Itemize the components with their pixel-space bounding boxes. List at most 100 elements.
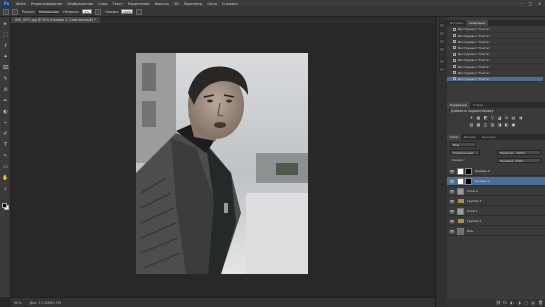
menu-3d[interactable]: 3D xyxy=(174,2,179,6)
layer-name[interactable]: Слой 4 xyxy=(467,189,478,193)
history-item[interactable]: Инструмент "Кисть" xyxy=(447,33,543,39)
link-layers-icon[interactable]: ⛓ xyxy=(496,301,501,305)
zoom-tool-icon[interactable]: ⌕ xyxy=(2,186,9,193)
history-item[interactable]: Инструмент "Кисть" xyxy=(447,58,543,64)
layer-style-icon[interactable]: fx xyxy=(503,301,507,305)
levels-icon[interactable]: ▦ xyxy=(476,115,481,120)
lookup-icon[interactable]: ▥ xyxy=(490,122,495,127)
menu-file[interactable]: Файл xyxy=(16,2,26,6)
brightness-icon[interactable]: ☀ xyxy=(469,115,474,120)
visibility-eye-icon[interactable]: 👁 xyxy=(449,219,455,224)
blend-mode-select[interactable]: Нормальный xyxy=(450,150,480,155)
new-group-icon[interactable]: ▢ xyxy=(524,301,528,305)
marquee-tool-icon[interactable]: ⬚ xyxy=(2,32,9,39)
menu-window[interactable]: Окно xyxy=(207,2,217,6)
crop-tool-icon[interactable]: ⌧ xyxy=(2,65,9,72)
visibility-eye-icon[interactable]: 👁 xyxy=(449,199,455,204)
layer-kind-filter[interactable]: Вид xyxy=(450,142,476,147)
maximize-button[interactable]: □ xyxy=(528,1,533,6)
path-select-tool-icon[interactable]: ↖ xyxy=(2,153,9,160)
document-info[interactable]: Док: 17,2M/63,7M xyxy=(30,301,61,305)
history-item[interactable]: Инструмент "Кисть" xyxy=(447,39,543,46)
layer-row[interactable]: 👁 Кривые 1 xyxy=(447,177,545,186)
history-item[interactable]: Инструмент "Кисть" xyxy=(447,27,543,33)
layer-row[interactable]: 👁 Группа 2 xyxy=(447,217,545,226)
brush-panel-icon-side[interactable] xyxy=(439,47,445,52)
visibility-eye-icon[interactable]: 👁 xyxy=(449,179,455,184)
layer-row[interactable]: 👁 Кривые 2 xyxy=(447,167,545,176)
healing-tool-icon[interactable]: ⊘ xyxy=(2,87,9,94)
menu-edit[interactable]: Редактирование xyxy=(31,2,62,6)
visibility-eye-icon[interactable]: 👁 xyxy=(449,209,455,214)
history-item[interactable]: Инструмент "Кисть" xyxy=(447,46,543,52)
layer-name[interactable]: Фон xyxy=(467,229,473,233)
eraser-tool-icon[interactable]: ✐ xyxy=(2,131,9,138)
layer-name[interactable]: Слой 1 xyxy=(467,209,478,213)
new-adjustment-icon[interactable]: ◑ xyxy=(517,301,521,305)
mode-select[interactable]: Нормальный xyxy=(37,9,59,14)
layer-row[interactable]: 👁 Группа 3 xyxy=(447,197,545,206)
layer-mask-thumbnail[interactable] xyxy=(465,167,472,175)
photo-filter-icon[interactable]: ▩ xyxy=(476,122,481,127)
history-item[interactable]: Инструмент "Кисть" xyxy=(447,64,543,70)
zoom-level[interactable]: 50% xyxy=(14,301,22,305)
paragraph-panel-icon[interactable] xyxy=(439,67,445,72)
menu-filter[interactable]: Фильтр xyxy=(155,2,169,6)
menu-select[interactable]: Выделение xyxy=(128,2,149,6)
layer-name[interactable]: Кривые 2 xyxy=(475,169,490,173)
visibility-eye-icon[interactable]: 👁 xyxy=(449,169,455,174)
layer-name[interactable]: Кривые 1 xyxy=(475,179,490,183)
brush-panel-icon[interactable] xyxy=(12,8,18,15)
character-panel-icon[interactable] xyxy=(439,59,445,64)
bw-icon[interactable]: ▧ xyxy=(469,122,474,127)
brush-tool-icon[interactable]: ✏ xyxy=(2,98,9,105)
trash-icon[interactable]: 🗑 xyxy=(538,301,543,305)
opacity-field[interactable]: 1% xyxy=(82,9,93,14)
photo-canvas[interactable] xyxy=(136,53,308,274)
layer-row[interactable]: 👁 Слой 1 xyxy=(447,207,545,216)
new-layer-icon[interactable]: ▤ xyxy=(531,301,535,305)
menu-layers[interactable]: Слои xyxy=(98,2,107,6)
channel-mixer-icon[interactable]: ◫ xyxy=(483,122,488,127)
menu-view[interactable]: Просмотр xyxy=(184,2,202,6)
properties-panel-icon[interactable] xyxy=(439,39,445,44)
tab-styles[interactable]: Стили xyxy=(470,102,486,108)
actions-panel-icon[interactable] xyxy=(439,31,445,36)
layer-row[interactable]: 👁 Фон xyxy=(447,227,545,236)
pressure-field[interactable]: 100% xyxy=(120,9,133,14)
curves-icon[interactable]: ◩ xyxy=(483,115,488,120)
lasso-tool-icon[interactable]: ℓ xyxy=(2,43,9,50)
visibility-eye-icon[interactable]: 👁 xyxy=(449,229,455,234)
canvas-area[interactable] xyxy=(11,23,435,297)
brush-preset-icon[interactable] xyxy=(3,8,9,15)
exposure-icon[interactable]: ▽ xyxy=(490,115,495,120)
history-panel-icon[interactable] xyxy=(439,23,445,28)
color-balance-icon[interactable]: ◑ xyxy=(518,115,523,120)
layer-name[interactable]: Группа 2 xyxy=(467,219,481,223)
menu-help[interactable]: Справка xyxy=(222,2,238,6)
hand-tool-icon[interactable]: ✋ xyxy=(2,175,9,182)
layer-name[interactable]: Группа 3 xyxy=(467,199,481,203)
close-button[interactable]: × xyxy=(537,1,542,6)
tab-history[interactable]: История xyxy=(447,20,466,26)
history-item[interactable]: Инструмент "Кисть" xyxy=(447,52,543,58)
add-mask-icon[interactable]: ◐ xyxy=(510,301,514,305)
minimize-button[interactable]: – xyxy=(519,1,524,6)
shape-tool-icon[interactable]: ▭ xyxy=(2,164,9,171)
layer-mask-thumbnail[interactable] xyxy=(465,177,472,185)
visibility-eye-icon[interactable]: 👁 xyxy=(449,189,455,194)
balance-icon[interactable]: ⚖ xyxy=(504,115,509,120)
tab-paths[interactable]: Контуры xyxy=(479,134,499,140)
layer-row[interactable]: 👁 Слой 4 xyxy=(447,187,545,196)
history-item[interactable]: Инструмент "Кисть" xyxy=(447,70,543,77)
layer-fill-field[interactable]: Заливка: 100% xyxy=(497,158,541,163)
vibrance-icon[interactable]: ◪ xyxy=(497,115,502,120)
type-tool-icon[interactable]: T xyxy=(2,142,9,149)
move-tool-icon[interactable]: ▸ xyxy=(2,21,9,28)
history-item[interactable]: Инструмент "Кисть" xyxy=(447,76,543,83)
foreground-color-swatch[interactable] xyxy=(2,203,7,208)
tab-actions[interactable]: Операции xyxy=(466,20,488,26)
airbrush-icon[interactable] xyxy=(135,8,142,15)
quick-select-tool-icon[interactable]: ✦ xyxy=(2,54,9,61)
pressure-opacity-icon[interactable] xyxy=(95,8,102,15)
